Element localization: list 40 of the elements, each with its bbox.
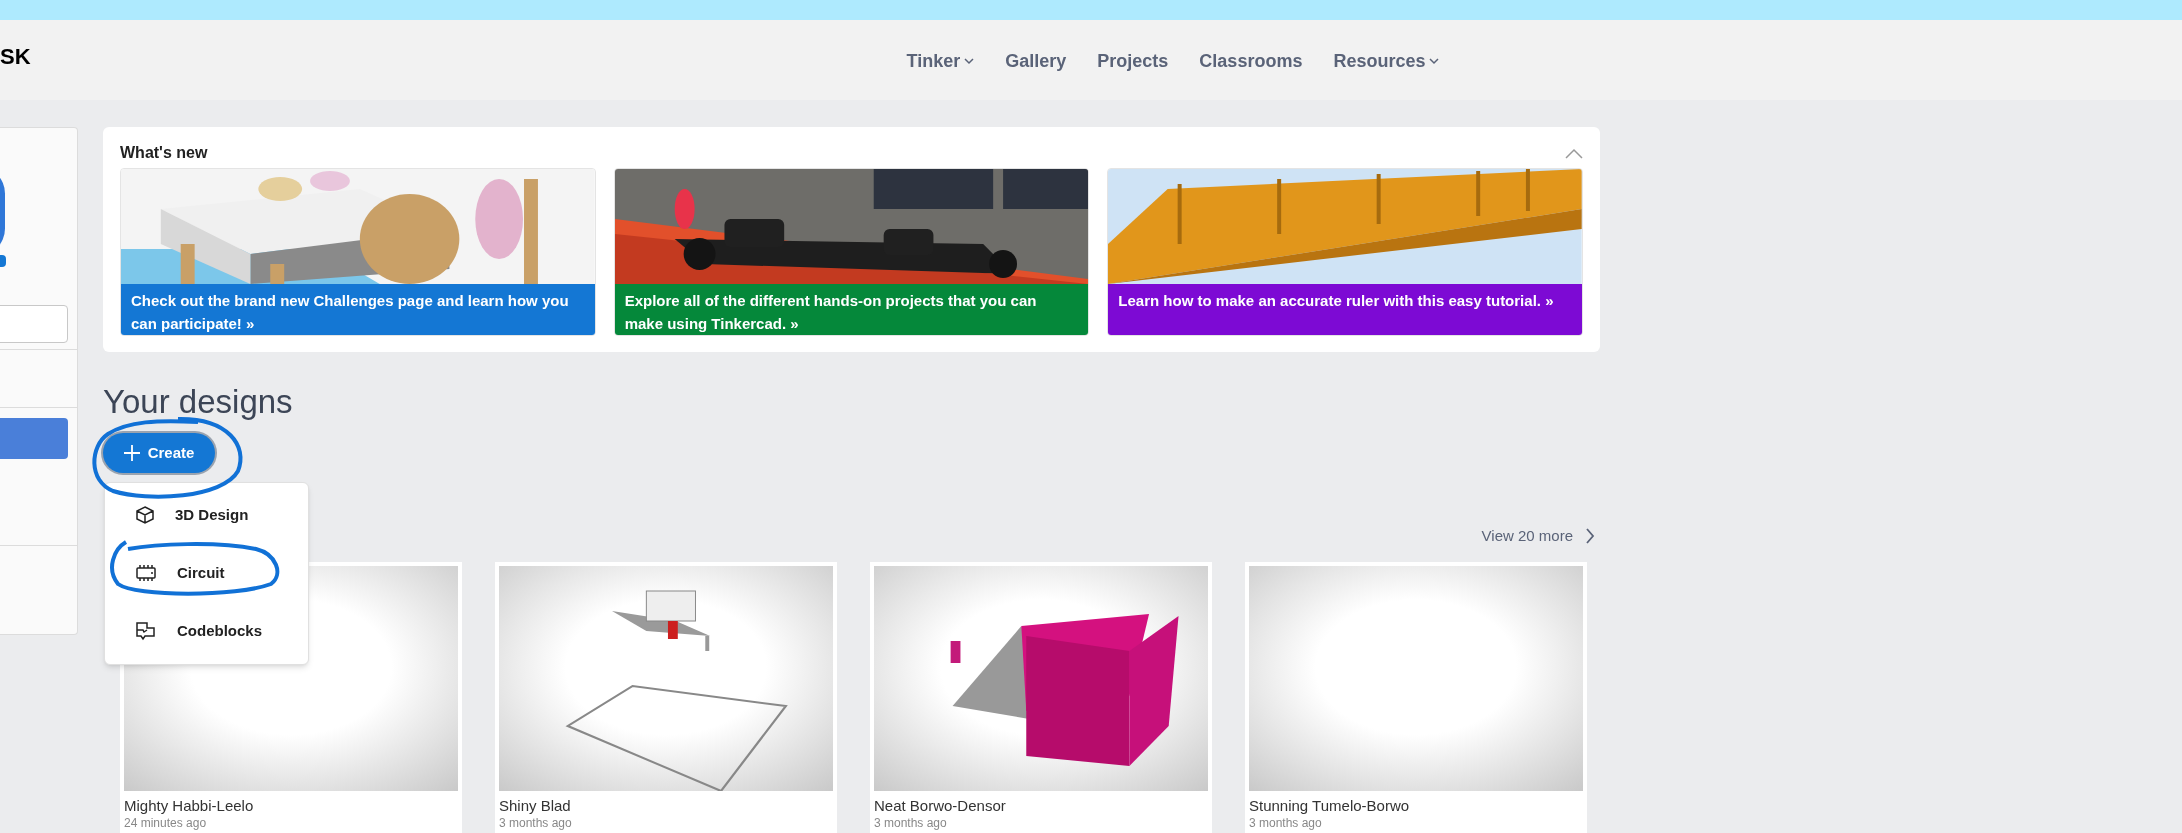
design-name: Stunning Tumelo-Borwo (1249, 796, 1411, 816)
nav-link[interactable]: Projects (1097, 48, 1169, 75)
design-time: 24 minutes ago (124, 816, 208, 831)
design-card[interactable]: Neat Borwo-Densor 3 months ago (870, 562, 1212, 833)
logo: SK (0, 46, 31, 68)
chevron-down-icon (964, 58, 975, 65)
design-card[interactable]: Stunning Tumelo-Borwo 3 months ago (1245, 562, 1587, 833)
badge-icon (0, 255, 6, 267)
design-time: 3 months ago (1249, 816, 1323, 831)
view-more-link[interactable]: View 20 more (1481, 524, 1573, 548)
chip-icon (135, 563, 157, 583)
plus-icon (123, 445, 140, 461)
design-name: Neat Borwo-Densor (874, 796, 1007, 816)
create-button[interactable]: Create (103, 433, 215, 473)
search-field[interactable] (0, 305, 68, 343)
chevron-right-icon[interactable] (1585, 528, 1595, 544)
design-time: 3 months ago (499, 816, 573, 831)
menu-item[interactable]: Circuit (135, 561, 308, 585)
news-caption: Learn how to make an accurate ruler with this easy tutorial. » (1108, 284, 1582, 335)
cube-icon (135, 505, 155, 525)
nav-link[interactable]: Resources (1333, 48, 1440, 75)
blocks-icon (135, 621, 157, 641)
section-title: What's new (120, 143, 208, 163)
nav-link[interactable]: Classrooms (1199, 48, 1303, 75)
news-card[interactable]: Explore all of the different hands-on projects that you can make using Tinkercad. » (613, 168, 1090, 336)
chevron-up-icon[interactable] (1565, 147, 1583, 159)
nav-link[interactable]: Tinker (906, 48, 975, 75)
news-caption: Check out the brand new Challenges page and learn how you can participate! » (121, 284, 595, 335)
menu-item[interactable]: 3D Design (135, 503, 308, 527)
nav-link[interactable]: Gallery (1005, 48, 1067, 75)
section-heading: Your designs (103, 382, 294, 422)
news-card[interactable]: Learn how to make an accurate ruler with this easy tutorial. » (1107, 168, 1583, 336)
menu-item[interactable]: Codeblocks (135, 619, 308, 643)
design-time: 3 months ago (874, 816, 948, 831)
news-card[interactable]: Check out the brand new Challenges page and learn how you can participate! » (120, 168, 596, 336)
chevron-down-icon (1429, 58, 1440, 65)
news-caption: Explore all of the different hands-on projects that you can make using Tinkercad. » (614, 284, 1089, 335)
design-name: Mighty Habbi-Leelo (124, 796, 255, 816)
design-card[interactable]: Shiny Blad 3 months ago (495, 562, 837, 833)
design-name: Shiny Blad (499, 796, 572, 816)
